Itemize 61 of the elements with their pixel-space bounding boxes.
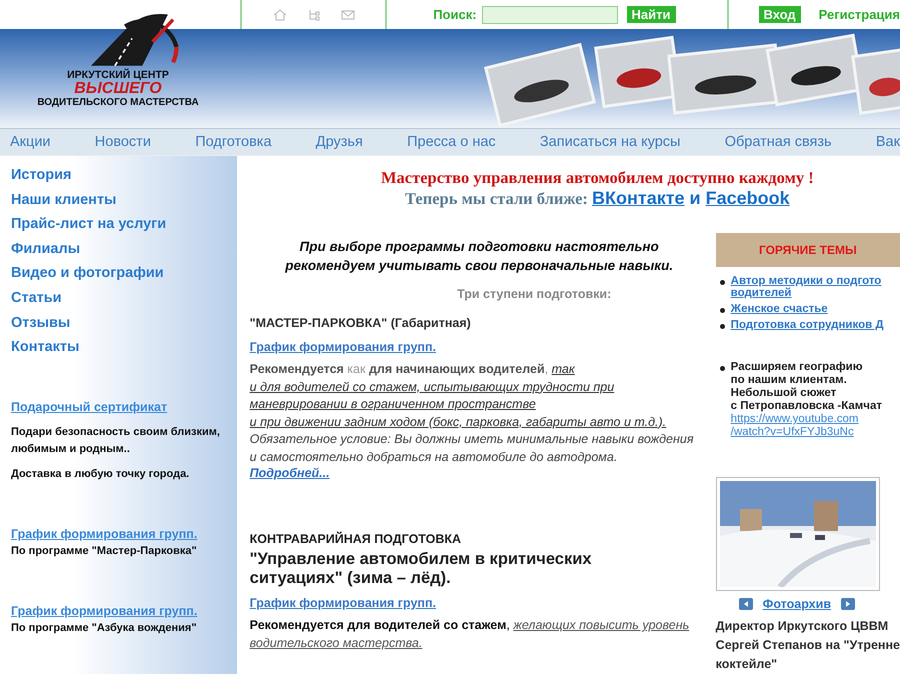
search-field[interactable] — [482, 6, 618, 24]
topic-link[interactable]: Женское счастье — [730, 303, 828, 315]
intro-text: При выборе программы подготовки настоятельно рекомендуем учитывать свои первоначальные навыки. — [284, 238, 674, 275]
nav-link[interactable]: Друзья — [316, 134, 363, 150]
social-text: Теперь мы стали ближе: ВКонтакте и Facebook — [404, 188, 791, 209]
headline: Мастерство управления автомобилем доступно каждому ! — [380, 168, 815, 188]
nav-link[interactable]: Вак — [876, 134, 900, 150]
logo-text: ВЫСШЕГО — [74, 81, 162, 97]
nav-link[interactable]: Новости — [94, 134, 151, 150]
sidebar-link[interactable]: Контакты — [11, 335, 237, 360]
sitemap-icon — [306, 8, 321, 20]
photo-archive-link[interactable]: Фотоархив — [762, 597, 832, 611]
program-description: Рекомендуется как для начинающих водителей, так и для водителей со стажем, испытывающих трудности при маневрировании в ограниченном пространстве и при движении задним ходом (бокс, парковка, габариты авто и т.д.). — [250, 361, 668, 431]
nav-link[interactable]: Обратная связь — [724, 134, 832, 150]
schedule-link[interactable]: График формирования групп. — [11, 526, 198, 541]
sidebar-text: Доставка в любую точку города. — [11, 466, 190, 482]
program-title: "МАСТЕР-ПАРКОВКА" (Габаритная) — [250, 316, 472, 330]
logo-text: ВОДИТЕЛЬСКОГО МАСТЕРСТВА — [37, 97, 199, 108]
sidebar-link[interactable]: Видео и фотографии — [11, 261, 237, 286]
sidebar-text: Подари безопасность своим близким, любимым и родным.. — [11, 424, 221, 457]
schedule-link[interactable]: График формирования групп. — [250, 340, 436, 354]
news-text: Расширяем географию по нашим клиентам. Небольшой сюжет с Петропавловска -Камчат — [730, 361, 882, 413]
login-button[interactable]: Вход — [758, 6, 801, 23]
program-text: По программе "Азбука вождения" — [11, 620, 198, 636]
program-description: Рекомендуется для водителей со стажем, желающих повысить уровень водительского мастерства. — [250, 617, 690, 652]
news-caption: Директор Иркутского ЦВВМ Сергей Степанов на "Утренне коктейле" — [716, 618, 900, 673]
schedule-link[interactable]: График формирования групп. — [11, 604, 198, 618]
section-heading: Три ступени подготовки: — [456, 287, 612, 301]
nav-link[interactable]: Подготовка — [195, 134, 272, 150]
search-label: Поиск: — [433, 7, 477, 22]
program-category: КОНТРАВАРИЙНАЯ ПОДГОТОВКА — [250, 532, 462, 546]
nav-link[interactable]: Записаться на курсы — [540, 134, 680, 150]
certificate-link[interactable]: Подарочный сертификат — [11, 400, 168, 414]
topic-link[interactable]: Автор методики о подгото водителей — [730, 275, 882, 299]
sidebar-link[interactable]: Отзывы — [11, 310, 237, 336]
video-link[interactable]: https://www.youtube.com /watch?v=UfxFYJb3uNc — [730, 413, 882, 439]
register-link[interactable]: Регистрация — [818, 7, 900, 22]
home-icon — [272, 8, 287, 20]
bullet-icon — [720, 308, 725, 313]
program-title: "Управление автомобилем в критических ситуациях" (зима – лёд). — [250, 550, 593, 588]
social-link[interactable]: Facebook — [706, 188, 790, 208]
nav-link[interactable]: Акции — [10, 134, 51, 150]
social-link[interactable]: ВКонтакте — [592, 188, 685, 208]
bullet-icon — [720, 280, 725, 285]
logo-text: ИРКУТСКИЙ ЦЕНТР — [67, 69, 169, 81]
condition-text: Обязательное условие: Вы должны иметь минимальные навыки вождения и самостоятельно добраться на автомобиле до автодрома. — [250, 431, 695, 466]
mail-icon — [340, 8, 355, 20]
sidebar-link[interactable]: Статьи — [11, 286, 237, 311]
program-text: По программе "Мастер-Парковка" — [11, 544, 198, 559]
sidebar-link[interactable]: Прайс-лист на услуги — [11, 212, 237, 237]
topic-link[interactable]: Подготовка сотрудников Д — [730, 319, 884, 331]
schedule-link[interactable]: График формирования групп. — [250, 596, 436, 610]
sidebar-link[interactable]: Наши клиенты — [11, 188, 237, 212]
sidebar-link[interactable]: История — [11, 163, 237, 188]
sidebar-link[interactable]: Филиалы — [11, 236, 237, 262]
more-link[interactable]: Подробней... — [250, 466, 330, 480]
bullet-icon — [720, 366, 725, 371]
hot-topics-header: ГОРЯЧИЕ ТЕМЫ — [716, 233, 900, 267]
bullet-icon — [720, 324, 725, 329]
nav-link[interactable]: Пресса о нас — [407, 134, 496, 150]
search-button[interactable]: Найти — [626, 6, 676, 23]
